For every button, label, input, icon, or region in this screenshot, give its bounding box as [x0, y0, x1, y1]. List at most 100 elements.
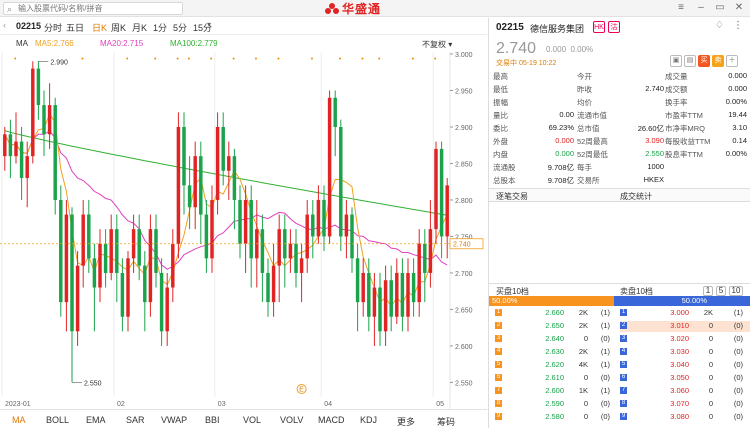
- candle-body: [182, 126, 186, 186]
- buy-level-badge: 2: [495, 322, 502, 329]
- buy-level-badge: 9: [495, 413, 502, 420]
- event-dot-icon: •: [378, 56, 381, 63]
- kline-chart[interactable]: 2023-01 02 03 04 05 3.000 2.950 2.900 2.850 2.800…: [0, 52, 487, 409]
- event-dot-icon: •: [361, 56, 364, 63]
- event-dot-icon: •: [339, 56, 342, 63]
- ind-bbi[interactable]: BBI: [205, 415, 220, 425]
- sell-price: 3.040: [670, 360, 689, 369]
- candle-body: [333, 97, 337, 127]
- candle-body: [143, 265, 147, 303]
- ma-legend: MA MA5:2.766 MA20:2.715 MA100:2.779 不复权 …: [0, 36, 487, 52]
- sell-price: 3.050: [670, 373, 689, 382]
- candle-body: [154, 229, 158, 273]
- minimize-icon[interactable]: –: [694, 2, 708, 14]
- clipboard-icon[interactable]: ▤: [684, 55, 696, 67]
- tab-trade-stats[interactable]: 成交统计: [620, 191, 652, 202]
- sell-price: 3.000: [670, 308, 689, 317]
- quote-label: 量比: [493, 111, 508, 120]
- search-input[interactable]: [18, 3, 180, 14]
- ind-more[interactable]: 更多: [397, 415, 415, 428]
- ind-vol[interactable]: VOL: [243, 415, 261, 425]
- candle-body: [120, 272, 125, 317]
- search-box[interactable]: ⌕: [3, 2, 183, 15]
- ind-ma[interactable]: MA: [12, 415, 26, 425]
- candle-body: [81, 214, 85, 266]
- depth-1-button[interactable]: 1: [703, 286, 713, 296]
- ind-chips[interactable]: 筹码: [437, 415, 455, 428]
- tab-period-7[interactable]: 5分: [173, 21, 187, 34]
- event-dot-icon: •: [154, 56, 157, 63]
- candle-body: [59, 199, 63, 303]
- candle-body: [210, 199, 214, 259]
- quote-panel: 02215 德信服务集团 HK 沽 ♢ ⋮ 2.740 0.000 0.00% …: [488, 18, 750, 428]
- bell-icon[interactable]: ♢: [715, 20, 724, 31]
- ind-kdj[interactable]: KDJ: [360, 415, 377, 425]
- chevron-down-icon[interactable]: ▾: [207, 20, 211, 29]
- y-tick-label: 2.850: [455, 161, 473, 168]
- candle-body: [327, 97, 332, 237]
- sell-price: 3.070: [670, 399, 689, 408]
- candle-body: [176, 126, 181, 244]
- sell-button[interactable]: 卖: [712, 55, 724, 67]
- candle-body: [428, 229, 433, 273]
- tab-period-1[interactable]: 分时: [44, 21, 62, 34]
- event-dot-icon: •: [81, 56, 84, 63]
- candle-body: [316, 199, 321, 237]
- tab-period-2[interactable]: 五日: [66, 21, 84, 34]
- tab-period-6[interactable]: 1分: [153, 21, 167, 34]
- depth-10-button[interactable]: 10: [729, 286, 743, 296]
- min-label: 2.550: [84, 380, 102, 387]
- menu-icon[interactable]: ≡: [674, 2, 688, 14]
- quote-value: 9.708亿: [547, 163, 574, 172]
- close-icon[interactable]: ✕: [732, 2, 746, 14]
- candle-body: [350, 214, 354, 259]
- ind-ema[interactable]: EMA: [86, 415, 106, 425]
- tab-period-4[interactable]: 周K: [111, 21, 126, 34]
- quote-label: 最高: [493, 72, 508, 81]
- ind-volv[interactable]: VOLV: [280, 415, 303, 425]
- tab-tick-trades[interactable]: 逐笔交易: [496, 191, 528, 202]
- sell-price: 3.060: [670, 386, 689, 395]
- candle-body: [294, 243, 298, 273]
- more-icon[interactable]: ⋮: [733, 20, 743, 31]
- lock-icon[interactable]: ▣: [670, 55, 682, 67]
- buy-button[interactable]: 买: [698, 55, 710, 67]
- plus-icon[interactable]: ＋: [726, 55, 738, 67]
- tab-period-5[interactable]: 月K: [132, 21, 147, 34]
- tab-period-3[interactable]: 日K: [92, 21, 107, 34]
- x-tick-label: 2023-01: [5, 401, 31, 408]
- maximize-icon[interactable]: ▭: [713, 2, 727, 14]
- sell-level-badge: 3: [620, 335, 627, 342]
- sell-volume: 0: [708, 386, 713, 395]
- ind-sar[interactable]: SAR: [126, 415, 145, 425]
- depth-5-button[interactable]: 5: [716, 286, 726, 296]
- sell-count: (0): [733, 386, 743, 395]
- y-tick-label: 2.650: [455, 307, 473, 314]
- ind-boll[interactable]: BOLL: [46, 415, 69, 425]
- quote-value: 0.000: [728, 84, 747, 93]
- candle-body: [266, 272, 270, 303]
- sell-count: (0): [733, 334, 743, 343]
- candle-body: [383, 280, 388, 332]
- candle-body: [305, 214, 309, 259]
- quote-value: 0.000: [728, 71, 747, 80]
- adjust-dropdown[interactable]: 不复权 ▾: [422, 39, 452, 50]
- event-dot-icon: •: [277, 56, 280, 63]
- buy-count: (0): [600, 399, 610, 408]
- event-dot-icon: •: [311, 56, 314, 63]
- back-arrow-icon[interactable]: ‹: [3, 20, 6, 30]
- buy-price: 2.580: [545, 412, 564, 421]
- buy-count: (1): [600, 347, 610, 356]
- buy-count: (0): [600, 412, 610, 421]
- buy-level-badge: 7: [495, 387, 502, 394]
- sell-ratio: 50.00%: [614, 296, 750, 306]
- sell-count: (0): [733, 373, 743, 382]
- ind-macd[interactable]: MACD: [318, 415, 345, 425]
- buy-count: (0): [600, 334, 610, 343]
- candle-body: [322, 199, 326, 237]
- orderbook-row: 9 2.580 0 (0) 9 3.080 0 (0): [489, 412, 750, 423]
- quote-row: 流通股 9.708亿 每手 1000: [489, 162, 750, 173]
- ind-vwap[interactable]: VWAP: [161, 415, 187, 425]
- candle-body: [3, 134, 7, 157]
- quote-label: 每手: [577, 163, 592, 172]
